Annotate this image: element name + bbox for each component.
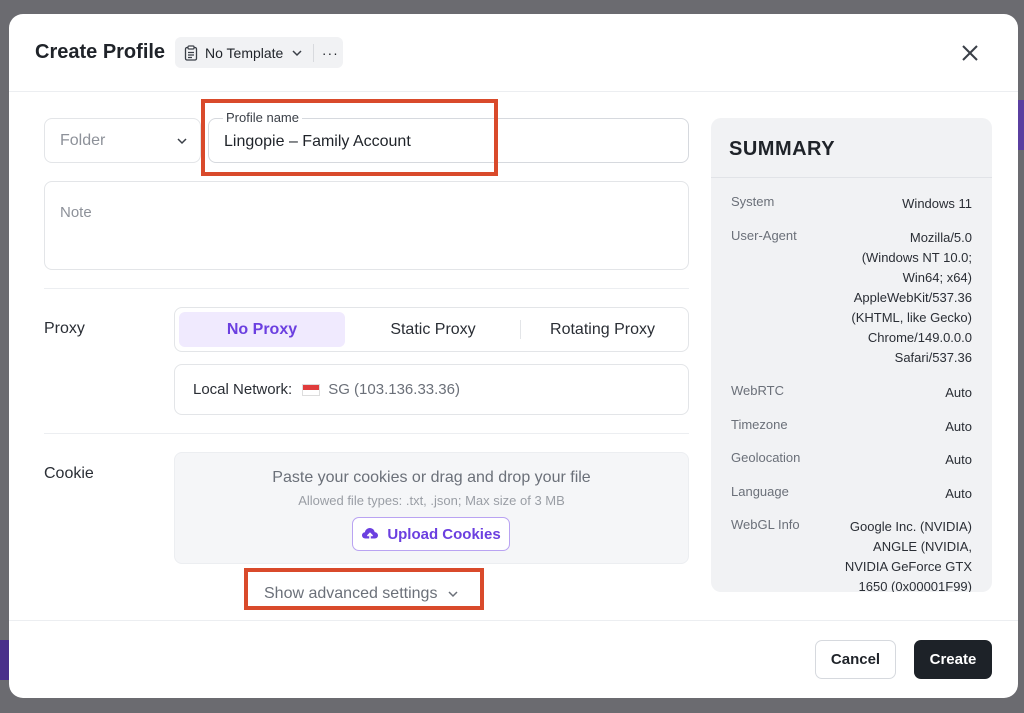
- summary-value: Auto: [945, 452, 972, 467]
- summary-value: Auto: [945, 419, 972, 434]
- footer-divider: [9, 620, 1018, 621]
- template-selector[interactable]: No Template ···: [175, 37, 343, 68]
- folder-placeholder: Folder: [60, 131, 106, 149]
- summary-value: Auto: [945, 486, 972, 501]
- proxy-tabs: No Proxy Static Proxy Rotating Proxy: [174, 307, 689, 352]
- summary-key: Language: [731, 484, 789, 499]
- divider: [44, 433, 689, 434]
- header-divider: [9, 91, 1018, 92]
- cookie-dropzone[interactable]: Paste your cookies or drag and drop your…: [174, 452, 689, 564]
- chevron-down-icon: [177, 138, 187, 145]
- close-icon[interactable]: [960, 43, 980, 63]
- profile-name-label: Profile name: [223, 110, 302, 125]
- cookie-prompt: Paste your cookies or drag and drop your…: [272, 469, 591, 486]
- summary-value-line: NVIDIA GeForce GTX: [844, 559, 972, 574]
- dialog-title: Create Profile: [35, 41, 166, 63]
- cloud-upload-icon: [362, 528, 379, 542]
- summary-key: System: [731, 194, 775, 209]
- summary-divider: [711, 177, 992, 178]
- profile-name-field[interactable]: Profile name Lingopie – Family Account: [208, 110, 689, 163]
- divider: [44, 288, 689, 289]
- profile-name-input[interactable]: Lingopie – Family Account: [224, 133, 411, 151]
- chevron-down-icon: [448, 591, 458, 598]
- summary-value-line: Win64; x64): [902, 270, 972, 285]
- clipboard-icon: [184, 44, 198, 61]
- cancel-button[interactable]: Cancel: [815, 640, 896, 679]
- network-ip: SG (103.136.33.36): [328, 381, 460, 398]
- template-label: No Template: [205, 44, 284, 61]
- summary-value-line: Google Inc. (NVIDIA): [849, 519, 972, 534]
- summary-key: WebRTC: [731, 383, 784, 398]
- note-input[interactable]: Note: [44, 181, 689, 270]
- summary-value-line: ANGLE (NVIDIA,: [873, 539, 972, 554]
- upload-cookies-button[interactable]: Upload Cookies: [352, 517, 510, 551]
- folder-select[interactable]: Folder: [44, 118, 201, 163]
- dialog-header: Create Profile No Template ···: [9, 14, 1018, 92]
- summary-value: Auto: [945, 385, 972, 400]
- summary-value-line: (Windows NT 10.0;: [861, 250, 972, 265]
- show-advanced-settings-toggle[interactable]: Show advanced settings: [264, 585, 459, 603]
- template-separator: [313, 43, 315, 62]
- summary-value-line: Chrome/149.0.0.0: [867, 330, 972, 345]
- summary-value: Google Inc. (NVIDIA) ANGLE (NVIDIA, NVID…: [845, 517, 972, 592]
- tab-label: No Proxy: [226, 320, 298, 338]
- summary-value-line: AppleWebKit/537.36: [853, 290, 972, 305]
- summary-key: User-Agent: [731, 228, 797, 243]
- summary-title: SUMMARY: [729, 138, 836, 160]
- tab-label: Static Proxy: [390, 320, 476, 338]
- chevron-down-icon: [292, 49, 302, 56]
- summary-key: WebGL Info: [731, 517, 800, 532]
- create-button[interactable]: Create: [914, 640, 992, 679]
- summary-key: Timezone: [731, 417, 788, 432]
- tab-no-proxy[interactable]: No Proxy: [179, 312, 345, 347]
- local-network-info: Local Network: SG (103.136.33.36): [174, 364, 689, 415]
- summary-value-line: (KHTML, like Gecko): [851, 310, 972, 325]
- upload-label: Upload Cookies: [387, 525, 501, 543]
- network-label: Local Network:: [193, 381, 293, 398]
- summary-value: Mozilla/5.0 (Windows NT 10.0; Win64; x64…: [851, 228, 972, 368]
- summary-value-line: Mozilla/5.0: [909, 230, 972, 245]
- summary-panel: SUMMARY System Windows 11 User-Agent Moz…: [711, 118, 992, 592]
- summary-key: Geolocation: [731, 450, 801, 465]
- create-profile-dialog: Create Profile No Template ··· Folder Pr…: [9, 14, 1018, 698]
- tab-rotating-proxy[interactable]: Rotating Proxy: [521, 312, 684, 347]
- summary-value-line: Safari/537.36: [894, 350, 972, 365]
- cookie-hint: Allowed file types: .txt, .json; Max siz…: [298, 493, 565, 508]
- tab-label: Rotating Proxy: [550, 320, 655, 338]
- cookie-label: Cookie: [44, 465, 94, 482]
- more-options-button[interactable]: ···: [318, 45, 342, 61]
- proxy-label: Proxy: [44, 320, 85, 337]
- summary-value-line: 1650 (0x00001F99): [858, 579, 972, 592]
- singapore-flag-icon: [302, 383, 321, 396]
- tab-static-proxy[interactable]: Static Proxy: [345, 312, 521, 347]
- advanced-label: Show advanced settings: [264, 585, 438, 602]
- summary-value: Windows 11: [902, 196, 972, 211]
